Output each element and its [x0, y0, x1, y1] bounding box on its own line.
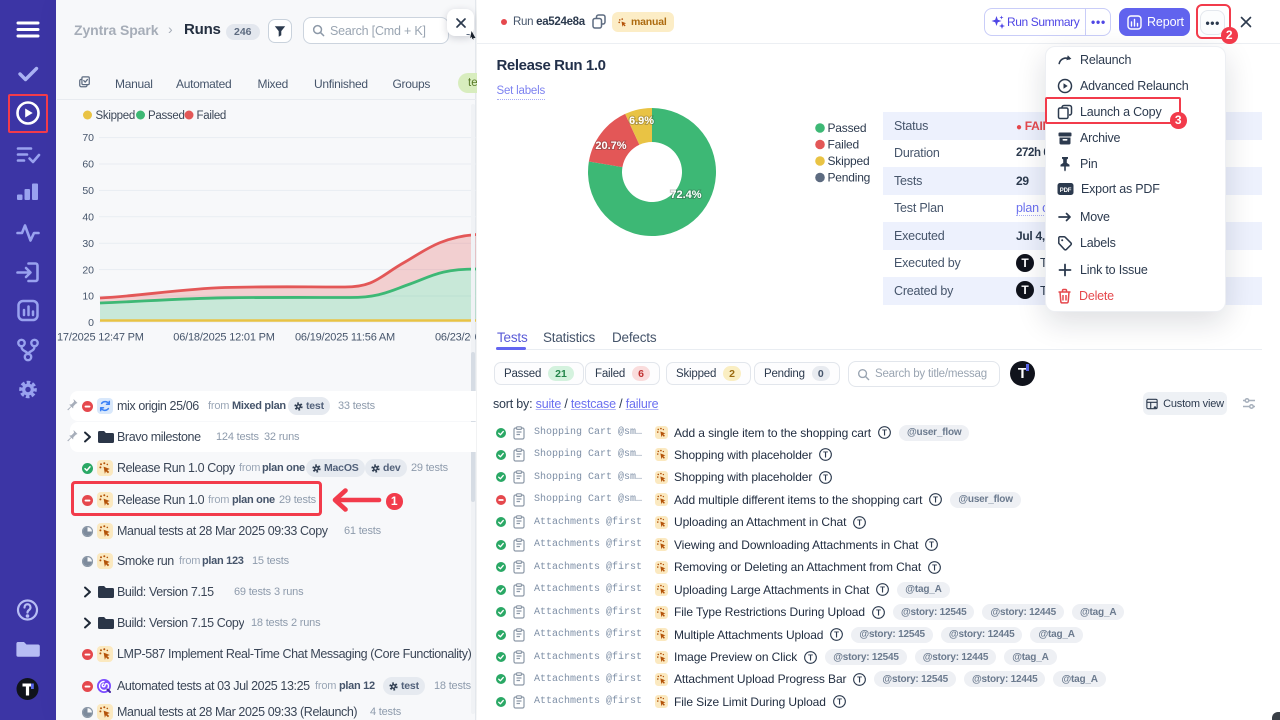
svg-text:Passed: Passed: [148, 110, 185, 122]
svg-text:40: 40: [82, 212, 94, 224]
svg-text:T: T: [933, 496, 938, 505]
svg-text:17/2025 12:47 PM: 17/2025 12:47 PM: [57, 332, 144, 344]
svg-text:70: 70: [82, 132, 94, 144]
svg-text:06/18/2025 12:01 PM: 06/18/2025 12:01 PM: [173, 332, 274, 344]
svg-text:30: 30: [82, 238, 94, 250]
svg-text:Skipped: Skipped: [96, 110, 135, 122]
svg-text:72.4%: 72.4%: [670, 189, 701, 201]
svg-text:0: 0: [88, 317, 94, 329]
svg-text:20.7%: 20.7%: [595, 140, 626, 152]
svg-text:Pending: Pending: [828, 171, 871, 185]
svg-text:T: T: [857, 518, 862, 527]
svg-text:Failed: Failed: [828, 138, 859, 152]
svg-text:06/23/202: 06/23/202: [435, 332, 476, 344]
svg-text:60: 60: [82, 159, 94, 171]
svg-text:Failed: Failed: [197, 110, 227, 122]
svg-text:T: T: [834, 630, 839, 639]
svg-text:Passed: Passed: [828, 121, 867, 135]
svg-text:10: 10: [82, 291, 94, 303]
svg-text:T: T: [808, 653, 813, 662]
svg-text:06/19/2025 11:56 AM: 06/19/2025 11:56 AM: [295, 332, 395, 344]
svg-text:T: T: [882, 428, 887, 437]
svg-text:T: T: [823, 473, 828, 482]
svg-text:T: T: [876, 608, 881, 617]
svg-text:T: T: [932, 563, 937, 572]
svg-text:T: T: [929, 541, 934, 550]
svg-text:Skipped: Skipped: [828, 154, 870, 168]
svg-text:6.9%: 6.9%: [629, 115, 654, 127]
svg-text:T: T: [837, 698, 842, 707]
svg-text:T: T: [880, 585, 885, 594]
svg-text:20: 20: [82, 265, 94, 277]
svg-text:T: T: [823, 451, 828, 460]
svg-text:PDF: PDF: [1060, 188, 1072, 194]
svg-text:50: 50: [82, 185, 94, 197]
svg-text:T: T: [858, 675, 863, 684]
